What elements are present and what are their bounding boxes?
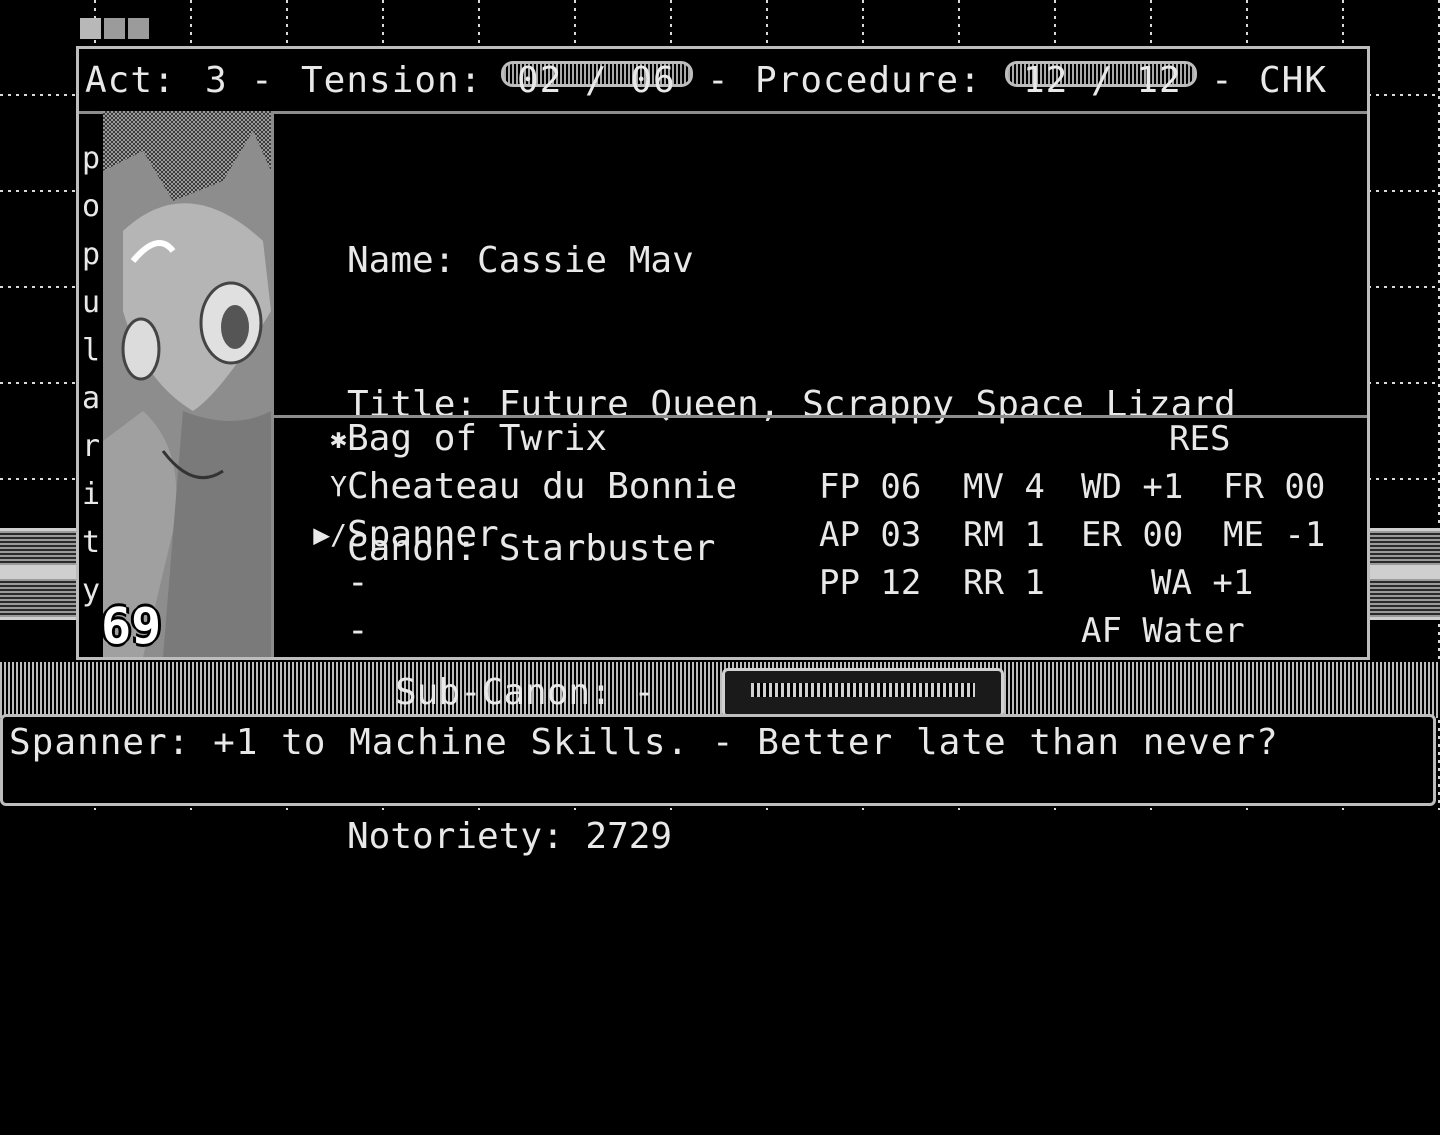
stat-me: ME -1 bbox=[1223, 515, 1326, 555]
inventory-item-label: - bbox=[347, 610, 369, 651]
stat-fr: FR 00 bbox=[1223, 467, 1326, 507]
inventory-item-empty[interactable]: - bbox=[291, 607, 737, 655]
stat-ap: AP 03 bbox=[819, 515, 922, 555]
stat-fp: FP 06 bbox=[819, 467, 922, 507]
popularity-letter: r bbox=[81, 429, 101, 464]
popularity-vertical-label: p o p u l a r i t y bbox=[79, 135, 103, 615]
inventory-item-bag-of-twrix[interactable]: ✱ Bag of Twrix bbox=[291, 415, 737, 463]
status-header: Act: 3 - Tension: 02 / 06 - Procedure: 1… bbox=[79, 49, 1367, 114]
separator: - bbox=[707, 60, 730, 101]
character-subcanon: Sub-Canon: - bbox=[395, 672, 656, 713]
character-portrait bbox=[103, 111, 271, 657]
popularity-letter: a bbox=[81, 381, 101, 416]
inventory-item-label: - bbox=[347, 562, 369, 603]
message-bar: Spanner: +1 to Machine Skills. - Better … bbox=[0, 714, 1436, 806]
popularity-letter: t bbox=[81, 525, 101, 560]
separator: - bbox=[251, 60, 274, 101]
stat-mv: MV 4 bbox=[963, 467, 1045, 507]
character-notoriety: Notoriety: 2729 bbox=[347, 816, 673, 857]
wrench-icon: ▶/ bbox=[313, 518, 347, 551]
act-value: 3 bbox=[205, 60, 228, 101]
window-tabs[interactable] bbox=[80, 18, 149, 39]
stat-wa: WA +1 bbox=[1151, 563, 1254, 603]
left-rail bbox=[0, 528, 82, 620]
popularity-letter: i bbox=[81, 477, 101, 512]
portrait-art bbox=[103, 111, 271, 657]
inventory-item-empty[interactable]: - bbox=[291, 559, 737, 607]
mode-label: CHK bbox=[1259, 60, 1328, 101]
inventory-list: ✱ Bag of Twrix Y Cheateau du Bonnie ▶/ S… bbox=[291, 415, 737, 655]
right-rail bbox=[1368, 528, 1440, 620]
stat-er: ER 00 bbox=[1081, 515, 1184, 555]
stat-rr: RR 1 bbox=[963, 563, 1045, 603]
tension-label: Tension: bbox=[301, 60, 483, 101]
character-panel: Act: 3 - Tension: 02 / 06 - Procedure: 1… bbox=[76, 46, 1370, 857]
stat-pp: PP 12 bbox=[819, 563, 922, 603]
popularity-letter: p bbox=[81, 141, 101, 176]
popularity-letter: p bbox=[81, 237, 101, 272]
popularity-letter: y bbox=[81, 573, 101, 608]
popularity-letter: o bbox=[81, 189, 101, 224]
window-tab[interactable] bbox=[128, 18, 149, 39]
portrait-divider bbox=[271, 111, 274, 657]
inventory-item-label: Spanner bbox=[347, 514, 499, 555]
popularity-letter: u bbox=[81, 285, 101, 320]
goblet-icon: Y bbox=[330, 470, 347, 503]
window-tab[interactable] bbox=[104, 18, 125, 39]
window-tab[interactable] bbox=[80, 18, 101, 39]
procedure-label: Procedure: bbox=[755, 60, 982, 101]
stat-wd: WD +1 bbox=[1081, 467, 1184, 507]
separator: - bbox=[1211, 60, 1234, 101]
stat-rm: RM 1 bbox=[963, 515, 1045, 555]
procedure-value: 12 / 12 bbox=[1023, 60, 1182, 101]
candy-icon: ✱ bbox=[330, 422, 347, 455]
inventory-item-label: Bag of Twrix bbox=[347, 418, 608, 459]
res-label: RES bbox=[1169, 419, 1231, 459]
tension-value: 02 / 06 bbox=[517, 60, 676, 101]
popularity-value: 69 bbox=[101, 597, 162, 655]
popularity-letter: l bbox=[81, 333, 101, 368]
inventory-item-spanner[interactable]: ▶/ Spanner bbox=[291, 511, 737, 559]
stat-af: AF Water bbox=[1081, 611, 1245, 651]
inventory-item-cheateau-du-bonnie[interactable]: Y Cheateau du Bonnie bbox=[291, 463, 737, 511]
character-name: Name: Cassie Mav bbox=[347, 240, 694, 281]
act-label: Act: bbox=[85, 60, 176, 101]
inventory-item-label: Cheateau du Bonnie bbox=[347, 466, 738, 507]
